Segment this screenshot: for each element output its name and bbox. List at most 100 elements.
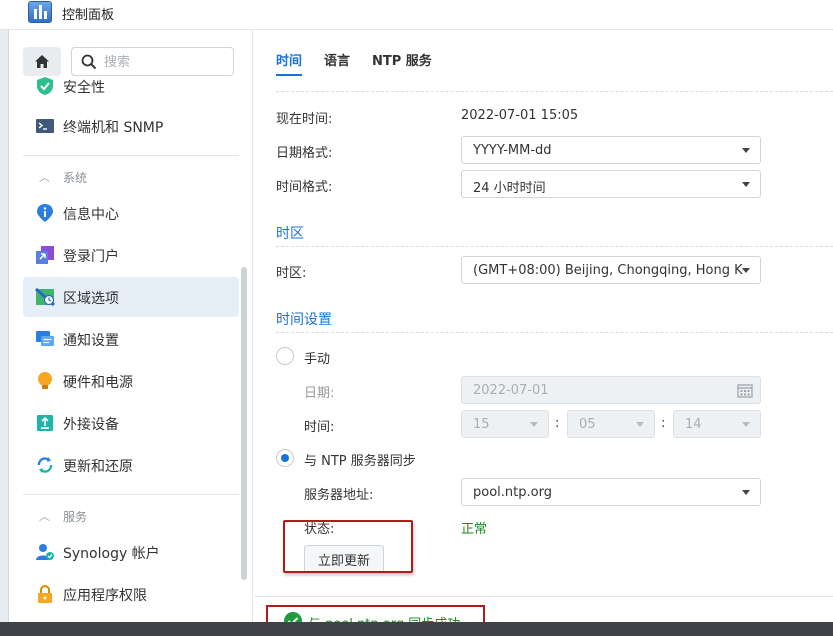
time-separator: :: [661, 416, 666, 431]
current-time-value: 2022-07-01 15:05: [461, 108, 579, 123]
tab-language[interactable]: 语言: [324, 50, 350, 69]
sidebar: 安全性 终端机和 SNMP ︿ 系统 信息中心 登录门户: [10, 30, 253, 622]
select-value: (GMT+08:00) Beijing, Chongqing, Hong Kon…: [473, 263, 743, 278]
sidebar-item-update-restore[interactable]: 更新和还原: [23, 445, 239, 485]
lock-icon: [38, 585, 52, 603]
select-value: 05: [579, 417, 596, 432]
select-value: 14: [685, 417, 702, 432]
taskbar: [0, 622, 833, 636]
sidebar-item-app-privileges[interactable]: 应用程序权限: [23, 574, 239, 614]
sidebar-item-login-portal[interactable]: 登录门户: [23, 235, 239, 275]
server-address-label: 服务器地址:: [304, 488, 374, 503]
select-value: 2022-07-01: [473, 383, 549, 398]
sidebar-divider: [23, 155, 239, 156]
regional-options-icon: [35, 287, 55, 307]
title-bar: 控制面板: [0, 0, 833, 30]
second-select[interactable]: 14: [673, 410, 761, 438]
sidebar-item-hardware-power[interactable]: 硬件和电源: [23, 361, 239, 401]
sidebar-item-label: 信息中心: [63, 207, 119, 223]
chevron-up-icon: ︿: [39, 171, 50, 184]
tab-time[interactable]: 时间: [276, 50, 302, 69]
section-divider: [276, 91, 833, 92]
section-label: 系统: [63, 171, 88, 185]
ntp-sync-radio[interactable]: [276, 449, 294, 467]
ntp-server-select[interactable]: pool.ntp.org: [461, 478, 761, 506]
sidebar-item-external-devices[interactable]: 外接设备: [23, 403, 239, 443]
tab-bar: 时间 语言 NTP 服务: [254, 30, 833, 76]
select-value: YYYY-MM-dd: [473, 143, 552, 158]
terminal-icon: [36, 119, 54, 133]
section-header-system[interactable]: ︿ 系统: [23, 165, 239, 189]
caret-down-icon: [742, 148, 750, 153]
sidebar-item-synology-account[interactable]: Synology 帐户: [23, 532, 239, 572]
caret-down-icon: [742, 422, 750, 427]
timezone-label: 时区:: [276, 266, 307, 281]
manual-radio[interactable]: [276, 347, 294, 365]
update-restore-icon: [37, 457, 53, 473]
sidebar-scrollbar[interactable]: [241, 267, 247, 580]
sidebar-item-label: 区域选项: [63, 291, 119, 307]
sidebar-item-label: 外接设备: [63, 417, 119, 433]
date-picker[interactable]: 2022-07-01: [461, 376, 761, 404]
timezone-select[interactable]: (GMT+08:00) Beijing, Chongqing, Hong Kon…: [461, 256, 761, 284]
shield-check-icon: [37, 77, 53, 95]
date-format-select[interactable]: YYYY-MM-dd: [461, 136, 761, 164]
lightbulb-icon: [38, 372, 52, 389]
sidebar-item-label: 安全性: [63, 80, 105, 96]
caret-down-icon: [742, 182, 750, 187]
footer-divider: [254, 596, 833, 597]
time-setting-section-title: 时间设置: [276, 312, 332, 328]
sidebar-item-regional-options[interactable]: 区域选项: [23, 277, 239, 317]
main-panel: 时间 语言 NTP 服务 现在时间: 2022-07-01 15:05 日期格式…: [254, 30, 833, 622]
date-label: 日期:: [304, 386, 335, 401]
section-label: 服务: [63, 510, 88, 524]
login-portal-icon: [36, 246, 54, 264]
time-label: 时间:: [304, 420, 335, 435]
window-title: 控制面板: [62, 8, 115, 23]
notification-icon: [36, 331, 54, 346]
tab-ntp-service[interactable]: NTP 服务: [372, 50, 432, 69]
minute-select[interactable]: 05: [567, 410, 655, 438]
caret-down-icon: [530, 422, 538, 427]
section-header-services[interactable]: ︿ 服务: [23, 504, 239, 528]
date-format-label: 日期格式:: [276, 146, 333, 161]
caret-down-icon: [742, 268, 750, 273]
hour-select[interactable]: 15: [461, 410, 549, 438]
caret-down-icon: [742, 490, 750, 495]
sidebar-item-info-center[interactable]: 信息中心: [23, 193, 239, 233]
sidebar-divider: [23, 494, 239, 495]
manual-radio-label: 手动: [304, 352, 331, 367]
section-divider: [276, 332, 833, 333]
sidebar-item-label: 通知设置: [63, 333, 119, 349]
highlight-box: [283, 520, 413, 573]
status-value: 正常: [461, 522, 488, 537]
chevron-up-icon: ︿: [39, 510, 50, 523]
control-panel-icon: [28, 1, 52, 23]
window-edge: [0, 30, 9, 636]
tab-active-indicator: [276, 74, 302, 76]
info-pin-icon: [37, 204, 53, 222]
sidebar-item-label: Synology 帐户: [63, 546, 160, 562]
timezone-section-title: 时区: [276, 226, 304, 242]
sidebar-item-label: 登录门户: [63, 249, 119, 265]
sidebar-item-label: 更新和还原: [63, 459, 133, 475]
time-separator: :: [555, 416, 560, 431]
current-time-label: 现在时间:: [276, 112, 333, 127]
time-format-select[interactable]: 24 小时时间: [461, 170, 761, 198]
caret-down-icon: [636, 422, 644, 427]
time-format-label: 时间格式:: [276, 180, 333, 195]
sidebar-item-label: 终端机和 SNMP: [63, 120, 164, 136]
sidebar-item-notification[interactable]: 通知设置: [23, 319, 239, 359]
select-value: pool.ntp.org: [473, 485, 552, 500]
select-value: 15: [473, 417, 490, 432]
account-icon: [36, 544, 54, 560]
external-device-icon: [37, 415, 53, 431]
section-divider: [276, 246, 833, 247]
sidebar-item-security[interactable]: 安全性: [23, 66, 239, 106]
sidebar-item-terminal[interactable]: 终端机和 SNMP: [23, 106, 239, 146]
ntp-sync-radio-label: 与 NTP 服务器同步: [304, 454, 416, 469]
sidebar-item-label: 应用程序权限: [63, 588, 147, 604]
sidebar-item-label: 硬件和电源: [63, 375, 133, 391]
select-value: 24 小时时间: [473, 181, 546, 196]
calendar-icon: [737, 384, 753, 398]
